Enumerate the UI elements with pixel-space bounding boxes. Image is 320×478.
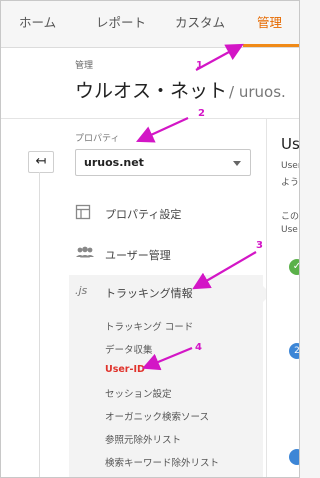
- submenu-session-settings[interactable]: セッション設定: [105, 386, 172, 400]
- menu-user-management[interactable]: ユーザー管理: [69, 237, 263, 271]
- submenu-user-id[interactable]: User-ID: [105, 364, 145, 375]
- panel-text: Use: [281, 225, 298, 235]
- top-nav: ホーム レポート カスタム 管理: [1, 1, 299, 48]
- property-selected-value: uruos.net: [84, 156, 144, 169]
- panel-text: この: [281, 212, 300, 222]
- page-header: 管理 ウルオス・ネット / uruos.: [1, 48, 299, 119]
- submenu-organic-search-sources[interactable]: オーガニック検索ソース: [105, 409, 209, 423]
- account-name: ウルオス・ネット: [75, 80, 228, 102]
- layout-icon: [75, 204, 93, 222]
- page-title: ウルオス・ネット / uruos.: [75, 76, 286, 103]
- property-label: プロパティ: [75, 134, 120, 144]
- tab-admin[interactable]: 管理: [257, 1, 282, 47]
- menu-tracking-info[interactable]: .js トラッキング情報: [69, 275, 263, 309]
- panel-text: よう: [281, 178, 300, 188]
- annotation-number: 3: [256, 240, 263, 251]
- panel-title: Us: [281, 135, 300, 153]
- step-number-badge: 2: [289, 343, 299, 359]
- back-button[interactable]: ↤: [28, 151, 54, 173]
- annotation-number: 1: [196, 60, 203, 71]
- menu-label: ユーザー管理: [105, 249, 171, 262]
- submenu-referral-exclusion[interactable]: 参照元除外リスト: [105, 432, 181, 446]
- divider-line: [39, 172, 40, 477]
- panel-text: User: [281, 161, 300, 171]
- annotation-number: 2: [198, 108, 205, 119]
- people-icon: [75, 245, 94, 263]
- property-select[interactable]: uruos.net: [75, 149, 251, 176]
- content-panel: Us User よう この Use ✓ 2: [266, 119, 300, 477]
- back-arrow-icon: ↤: [35, 154, 47, 169]
- submenu-tracking-code[interactable]: トラッキング コード: [105, 319, 193, 333]
- annotation-number: 4: [195, 342, 202, 353]
- active-tab-indicator: [243, 44, 299, 47]
- js-icon: .js: [75, 284, 88, 297]
- submenu-data-collection[interactable]: データ収集: [105, 342, 153, 356]
- tab-reports[interactable]: レポート: [96, 1, 146, 47]
- account-subtitle: / uruos.: [229, 83, 286, 101]
- app-frame: ホーム レポート カスタム 管理 管理 ウルオス・ネット / uruos. ↤ プ…: [0, 0, 300, 478]
- menu-label: トラッキング情報: [105, 287, 193, 300]
- tab-home[interactable]: ホーム: [19, 1, 56, 47]
- step-number-badge: [289, 449, 299, 465]
- step-complete-icon: ✓: [289, 259, 299, 275]
- menu-property-settings[interactable]: プロパティ設定: [69, 196, 263, 230]
- caret-down-icon: [233, 161, 241, 166]
- submenu-search-term-exclusion[interactable]: 検索キーワード除外リスト: [105, 455, 219, 469]
- tab-custom[interactable]: カスタム: [175, 1, 225, 47]
- breadcrumb: 管理: [75, 61, 94, 71]
- menu-label: プロパティ設定: [105, 208, 182, 221]
